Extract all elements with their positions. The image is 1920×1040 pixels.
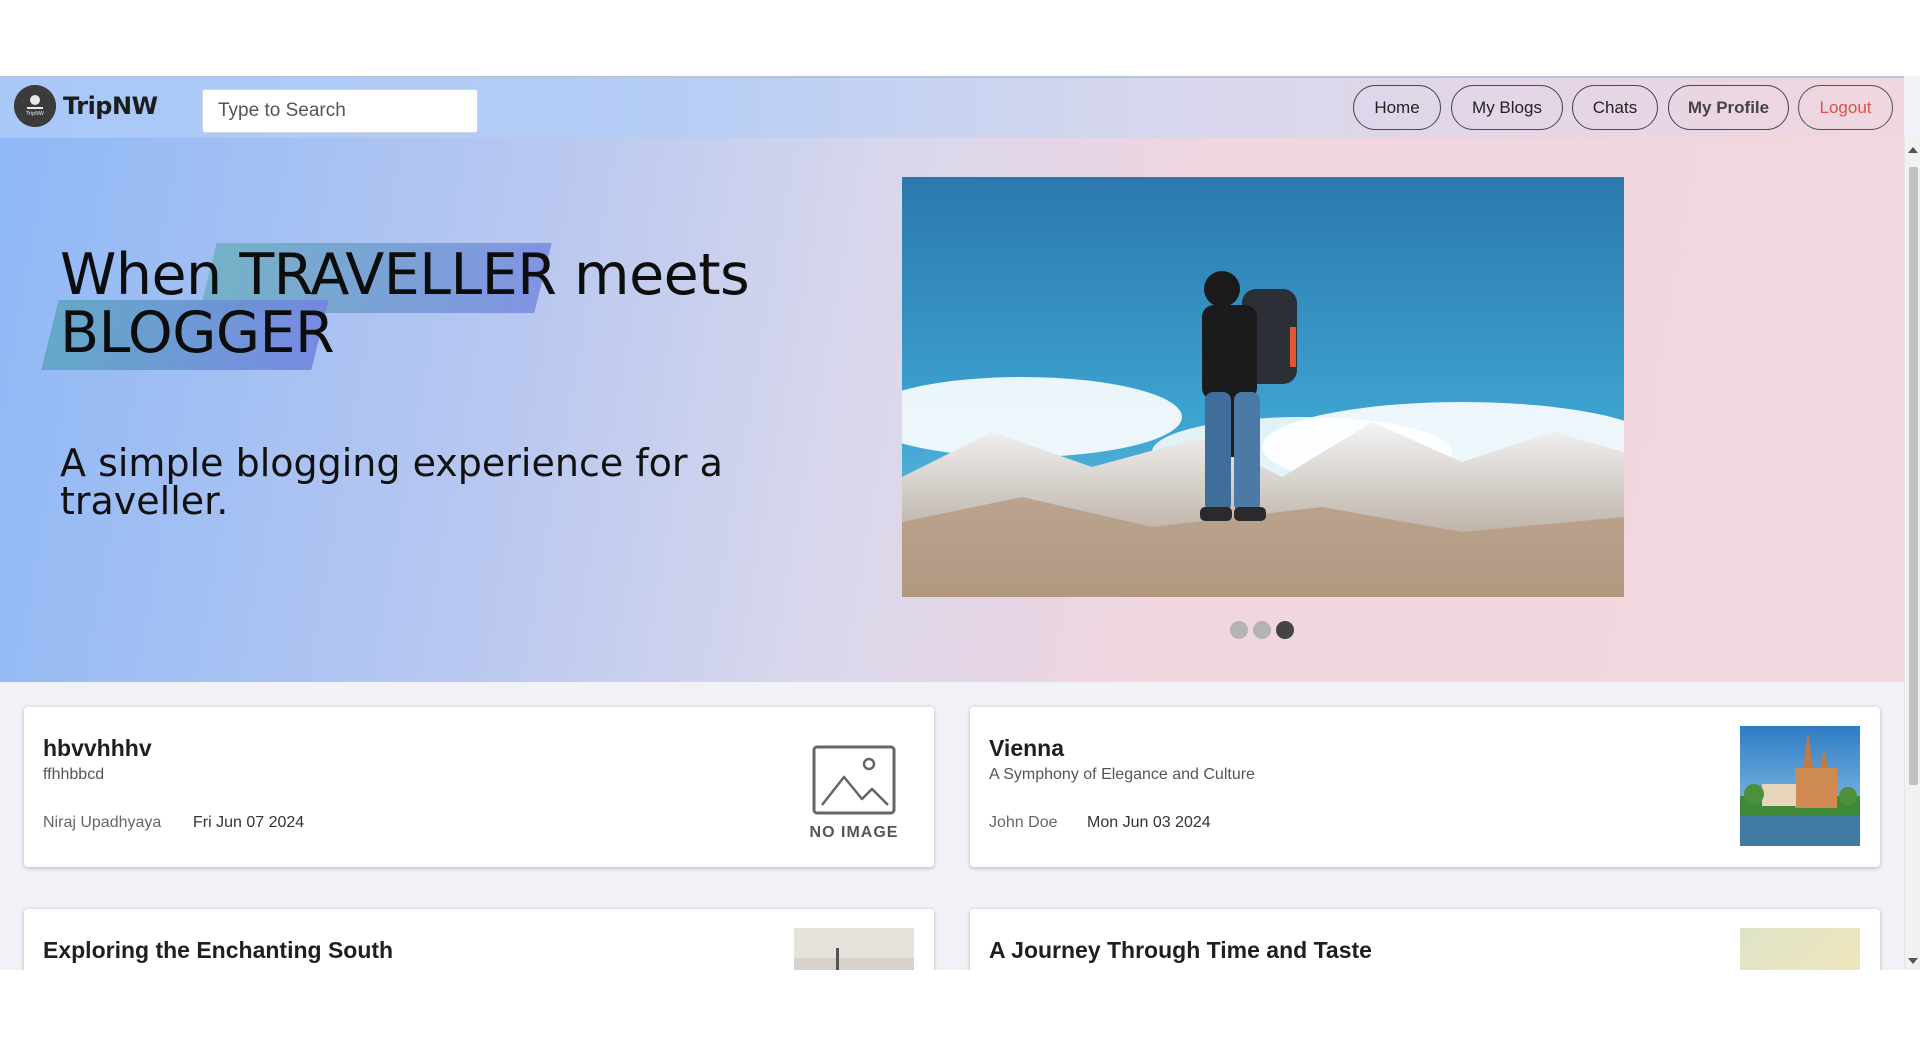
hero-tagline: A simple blogging experience for a trave…	[60, 441, 723, 523]
scroll-down-arrow-icon[interactable]	[1908, 958, 1918, 964]
headline-text-meets: meets	[556, 242, 750, 308]
top-navbar: TripNW TripNW Home My Blogs Chats My Pro…	[0, 76, 1904, 138]
logo-small-text: TripNW	[25, 111, 44, 117]
nav-my-profile-button[interactable]: My Profile	[1668, 85, 1789, 130]
blog-card-title[interactable]: Exploring the Enchanting South	[43, 937, 393, 964]
carousel-dot-2[interactable]	[1253, 621, 1271, 639]
nav-my-blogs-button[interactable]: My Blogs	[1451, 85, 1563, 130]
blog-card[interactable]: Vienna A Symphony of Elegance and Cultur…	[970, 707, 1880, 867]
nav-logout-button[interactable]: Logout	[1798, 85, 1893, 130]
hero-section: When TRAVELLER meets BLOGGER A simple bl…	[0, 138, 1904, 682]
headline-text-traveller: TRAVELLER	[239, 242, 557, 308]
scroll-up-arrow-icon[interactable]	[1908, 147, 1918, 153]
blog-card-thumbnail[interactable]	[1740, 726, 1860, 846]
vienna-church-image	[1740, 726, 1860, 846]
blog-card-subtitle: ffhhbbcd	[43, 766, 105, 783]
page-scrollbar[interactable]	[1904, 138, 1920, 970]
blog-card[interactable]: hbvvhhhv ffhhbbcd Niraj Upadhyaya Fri Ju…	[24, 707, 934, 867]
brand-logo[interactable]: TripNW	[14, 85, 56, 127]
carousel-image-backpacker[interactable]	[902, 177, 1624, 597]
blog-card-title[interactable]: Vienna	[989, 735, 1064, 762]
nav-home-button[interactable]: Home	[1353, 85, 1441, 130]
app-viewport: TripNW TripNW Home My Blogs Chats My Pro…	[0, 76, 1920, 970]
backpacker-mountain-image	[902, 177, 1624, 597]
blog-card[interactable]: Exploring the Enchanting South	[24, 909, 934, 970]
no-image-placeholder: NO IMAGE	[794, 745, 914, 842]
no-image-label: NO IMAGE	[809, 824, 899, 841]
blog-card[interactable]: A Journey Through Time and Taste	[970, 909, 1880, 970]
carousel-dot-3[interactable]	[1276, 621, 1294, 639]
search-input[interactable]	[202, 89, 478, 133]
sunset-image	[1740, 928, 1860, 970]
blog-card-title[interactable]: A Journey Through Time and Taste	[989, 937, 1372, 964]
logo-icon: TripNW	[14, 85, 56, 127]
blog-card-thumbnail[interactable]	[1740, 928, 1860, 970]
blog-card-subtitle: A Symphony of Elegance and Culture	[989, 766, 1255, 783]
blog-card-thumbnail[interactable]	[794, 928, 914, 970]
nav-chats-button[interactable]: Chats	[1572, 85, 1658, 130]
blog-card-author: Niraj Upadhyaya	[43, 814, 162, 831]
brand-name[interactable]: TripNW	[63, 92, 158, 120]
blog-card-author: John Doe	[989, 814, 1058, 831]
headline-text-when: When	[60, 242, 240, 308]
blog-card-date: Fri Jun 07 2024	[193, 814, 305, 831]
coastal-landscape-image	[794, 928, 914, 970]
carousel-dot-1[interactable]	[1230, 621, 1248, 639]
blog-card-title[interactable]: hbvvhhhv	[43, 735, 152, 762]
blog-card-date: Mon Jun 03 2024	[1087, 814, 1211, 831]
headline-text-blogger: BLOGGER	[60, 300, 335, 366]
scrollbar-thumb[interactable]	[1909, 167, 1918, 785]
no-image-icon	[812, 745, 896, 815]
hero-headline: When TRAVELLER meets BLOGGER	[60, 246, 780, 362]
